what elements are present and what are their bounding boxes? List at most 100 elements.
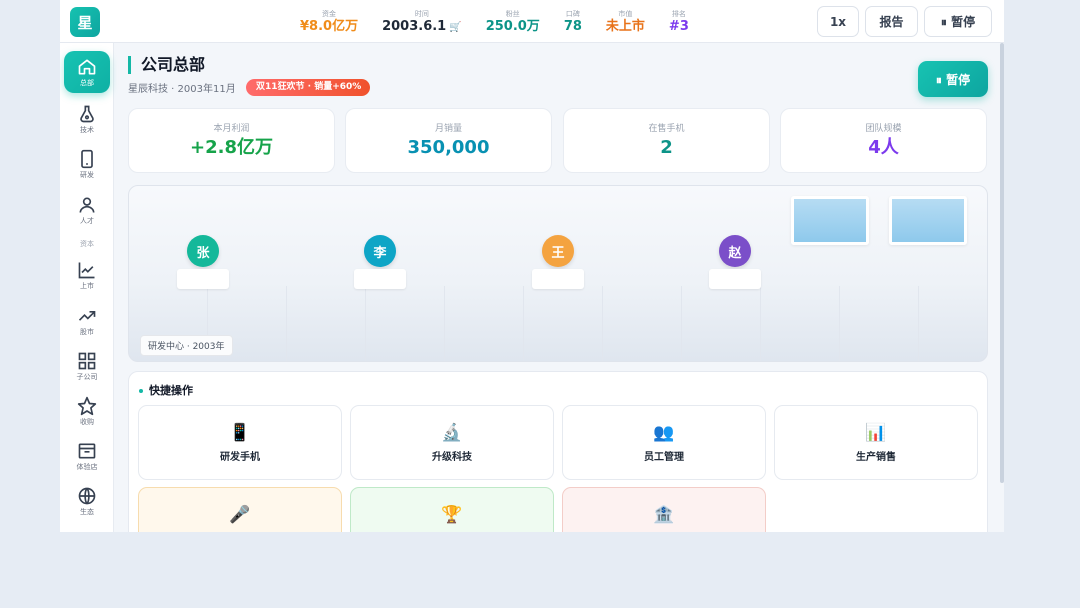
card-value: +2.8亿万 [190,136,273,158]
stats-bar: 资金 ¥8.0亿万 时间 2003.6.1 🛒 粉丝 250.0万 口碑 78 市… [288,6,701,38]
main-content: 公司总部 星辰科技 · 2003年11月 双11狂欢节 · 销量+60% ⏸ 暂… [120,43,1004,532]
sidebar-item-stocks[interactable]: 股市 [64,306,110,337]
office-window [889,196,967,245]
event-badge: 双11狂欢节 · 销量+60% [246,79,371,96]
card-label: 在售手机 [648,123,685,134]
report-button[interactable]: 报告 [865,6,918,37]
desk [532,269,584,289]
stat-value: 未上市 [605,19,645,34]
stat-funds: 资金 ¥8.0亿万 [288,6,370,38]
home-icon [78,59,96,74]
office-floor [129,286,987,361]
stat-label: 时间 [414,9,429,18]
pause-button-top[interactable]: ⏸ 暂停 [924,6,992,37]
employee-avatar: 李 [364,235,396,267]
stat-value-wrap: 2003.6.1 🛒 [382,19,462,36]
sidebar-item-ipo[interactable]: 上市 [64,260,110,291]
action-label: 员工管理 [644,452,684,463]
stat-value: 250.0万 [485,19,540,34]
action-label: 生产销售 [856,452,896,463]
microphone-icon: 🎤 [229,505,251,525]
action-label: 升级科技 [432,452,472,463]
stat-market-cap: 市值 未上市 [594,6,657,38]
sidebar-item-subsidiary[interactable]: 子公司 [64,351,110,382]
sidebar-item-label: 子公司 [76,373,98,381]
user-icon [79,197,95,213]
desk [354,269,406,289]
trophy-icon: 🏆 [441,505,463,525]
action-awards[interactable]: 🏆 [350,487,554,532]
employee-avatar: 张 [187,235,219,267]
sidebar-item-label: 收购 [80,418,94,426]
action-upgrade-tech[interactable]: 🔬 升级科技 [350,405,554,480]
office-window [791,196,869,245]
sidebar-item-ecosystem[interactable]: 生态 [64,486,110,517]
sidebar-item-tech[interactable]: 技术 [64,104,110,135]
chart-line-icon [78,262,95,279]
stat-value: 78 [563,19,582,34]
stat-card-phones: 在售手机 2 [563,108,770,173]
people-icon: 👥 [653,423,675,443]
desk [177,269,229,289]
sidebar-item-label: 体验店 [76,463,98,471]
flask-icon [80,105,94,123]
sidebar-item-label: 研发 [80,171,94,179]
sidebar-item-label: 上市 [80,282,94,290]
page-title: 公司总部 [128,56,205,74]
stat-label: 口碑 [565,10,580,18]
action-develop-phone[interactable]: 📱 研发手机 [138,405,342,480]
top-buttons: 1x 报告 ⏸ 暂停 [817,6,992,37]
sidebar: 总部 技术 研发 人才 资本 上市 股市 子公司 收购 体验店 生态 [60,43,114,532]
trend-icon [78,311,96,321]
employee[interactable]: 张 [177,235,229,289]
stat-reputation: 口碑 78 [552,6,594,38]
sidebar-item-hq[interactable]: 总部 [64,51,110,93]
action-staff-management[interactable]: 👥 员工管理 [562,405,766,480]
stat-label: 排名 [671,10,686,18]
employee[interactable]: 王 [532,235,584,289]
store-icon [78,443,96,459]
sidebar-section-label: 资本 [80,240,94,248]
sidebar-item-store[interactable]: 体验店 [64,441,110,472]
sidebar-item-label: 生态 [80,508,94,516]
employee[interactable]: 李 [354,235,406,289]
employee-avatar: 赵 [719,235,751,267]
employee[interactable]: 赵 [709,235,761,289]
card-label: 月销量 [434,123,462,134]
pause-button[interactable]: ⏸ 暂停 [918,61,988,97]
card-label: 团队规模 [865,123,902,134]
action-marketing[interactable]: 🎤 [138,487,342,532]
stat-label: 粉丝 [505,10,520,18]
stat-rank: 排名 #3 [657,6,701,38]
sidebar-item-label: 总部 [80,78,94,87]
sidebar-item-label: 人才 [80,217,94,225]
action-finance[interactable]: 🏦 [562,487,766,532]
microscope-icon: 🔬 [441,423,463,443]
sidebar-item-acquire[interactable]: 收购 [64,396,110,427]
stat-value: #3 [668,19,689,34]
globe-icon [78,487,96,505]
card-value: 4人 [868,136,899,158]
sidebar-item-talent[interactable]: 人才 [64,195,110,226]
phone-emoji-icon: 📱 [229,423,251,443]
logo: 星 [70,7,100,37]
scrollbar[interactable] [1000,43,1004,483]
cart-icon: 🛒 [449,21,462,33]
office-scene: 张 李 王 赵 研发中心 · 2003年 [128,185,988,362]
grid-icon [78,352,96,370]
action-label: 研发手机 [220,452,260,463]
stat-time: 时间 2003.6.1 🛒 [370,6,474,38]
card-value: 2 [660,136,673,158]
scene-caption: 研发中心 · 2003年 [140,335,233,356]
action-production-sales[interactable]: 📊 生产销售 [774,405,978,480]
stat-label: 市值 [618,10,633,18]
top-bar: 星 资金 ¥8.0亿万 时间 2003.6.1 🛒 粉丝 250.0万 口碑 78… [60,0,1004,43]
stat-card-profit: 本月利润 +2.8亿万 [128,108,335,173]
stat-card-sales: 月销量 350,000 [345,108,552,173]
sidebar-item-rd[interactable]: 研发 [64,149,110,180]
stat-fans: 粉丝 250.0万 [474,6,552,38]
stat-value: ¥8.0亿万 [300,19,359,34]
phone-icon [81,149,93,169]
sidebar-item-label: 股市 [80,328,94,336]
speed-button[interactable]: 1x [817,6,859,37]
